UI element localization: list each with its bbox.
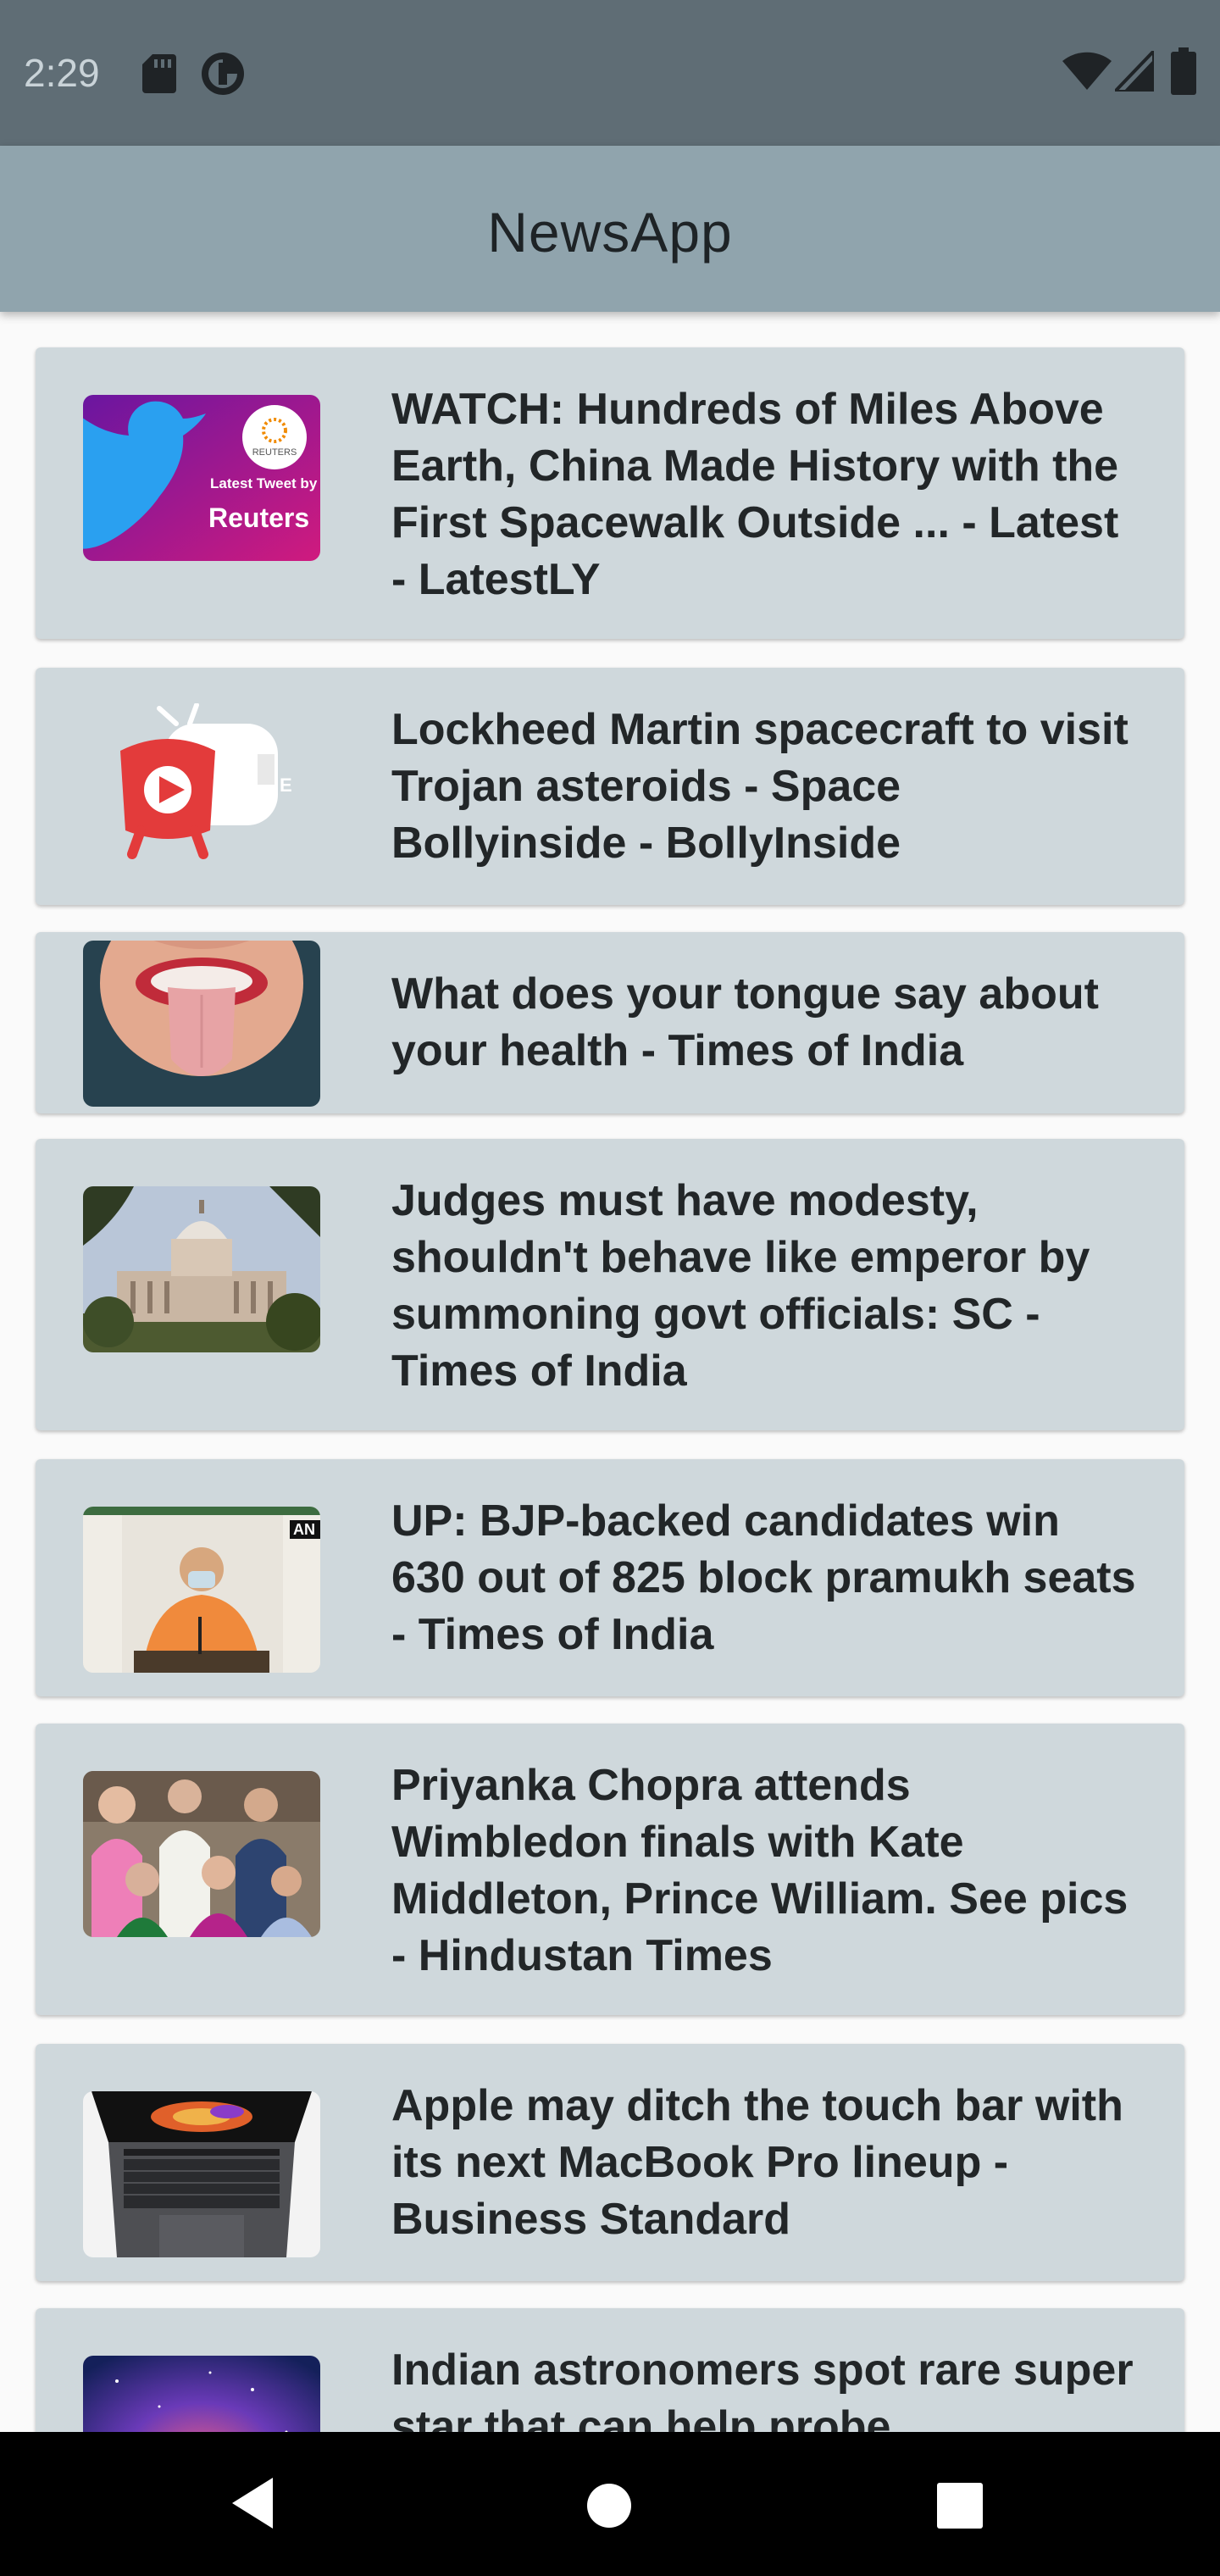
app-bar: NewsApp [0, 146, 1220, 312]
youtube-tv-thumbnail: E [83, 703, 320, 869]
navigation-bar [0, 2432, 1220, 2576]
article-headline[interactable]: Priyanka Chopra attends Wimbledon finals… [391, 1757, 1137, 1985]
status-time: 2:29 [24, 51, 100, 95]
home-icon[interactable] [586, 2483, 632, 2529]
wifi-icon [1062, 52, 1112, 90]
thumbnail-brand-label: REUTERS [252, 447, 297, 458]
news-card[interactable]: What does your tongue say about your hea… [36, 932, 1184, 1113]
news-card[interactable]: AN UP: BJP-backed candidates win 630 out… [36, 1459, 1184, 1696]
article-headline[interactable]: WATCH: Hundreds of Miles Above Earth, Ch… [391, 381, 1137, 608]
cellular-signal-icon [1115, 51, 1154, 92]
data-saver-icon [202, 53, 244, 95]
article-headline[interactable]: Indian astronomers spot rare super star … [391, 2342, 1137, 2432]
press-conference-photo-thumbnail: AN [83, 1507, 320, 1673]
news-card[interactable]: Apple may ditch the touch bar with its n… [36, 2044, 1184, 2281]
article-headline[interactable]: UP: BJP-backed candidates win 630 out of… [391, 1493, 1137, 1663]
reuters-twitter-thumbnail: REUTERS Latest Tweet by Reuters [83, 395, 320, 561]
nebula-photo-thumbnail [83, 2356, 320, 2432]
supreme-court-photo-thumbnail [83, 1186, 320, 1352]
news-card[interactable]: E Lockheed Martin spacecraft to visit Tr… [36, 668, 1184, 905]
article-headline[interactable]: Apple may ditch the touch bar with its n… [391, 2078, 1137, 2248]
news-card[interactable]: Priyanka Chopra attends Wimbledon finals… [36, 1724, 1184, 2015]
news-card[interactable]: Judges must have modesty, shouldn't beha… [36, 1139, 1184, 1430]
news-card[interactable]: Indian astronomers spot rare super star … [36, 2308, 1184, 2432]
thumbnail-title: Reuters [208, 502, 309, 533]
app-title: NewsApp [487, 201, 733, 264]
back-icon[interactable] [230, 2476, 278, 2530]
sd-card-icon [142, 54, 176, 93]
thumbnail-watermark: AN [293, 1521, 315, 1538]
wimbledon-crowd-photo-thumbnail [83, 1771, 320, 1937]
article-headline[interactable]: Judges must have modesty, shouldn't beha… [391, 1173, 1137, 1400]
article-headline[interactable]: Lockheed Martin spacecraft to visit Troj… [391, 702, 1137, 872]
status-bar: 2:29 [0, 0, 1220, 146]
macbook-photo-thumbnail [83, 2091, 320, 2257]
news-card[interactable]: REUTERS Latest Tweet by Reuters WATCH: H… [36, 347, 1184, 639]
thumbnail-caption: Latest Tweet by [210, 475, 318, 491]
news-feed[interactable]: REUTERS Latest Tweet by Reuters WATCH: H… [0, 312, 1220, 2432]
svg-text:E: E [280, 774, 292, 796]
article-headline[interactable]: What does your tongue say about your hea… [391, 966, 1137, 1080]
battery-icon [1171, 47, 1196, 95]
tongue-photo-thumbnail [83, 941, 320, 1107]
recents-icon[interactable] [937, 2483, 983, 2529]
